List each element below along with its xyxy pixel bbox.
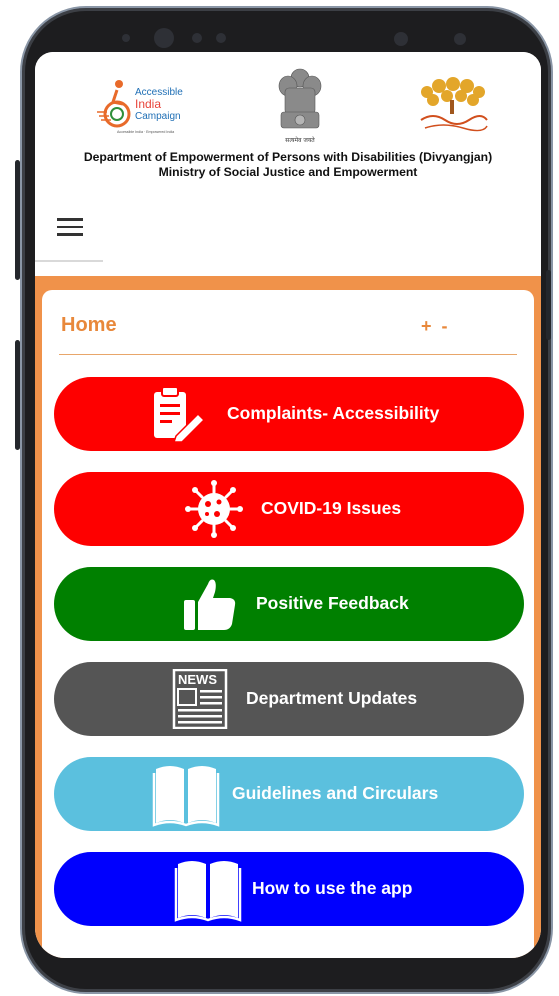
button-label: Complaints- Accessibility [227,403,440,423]
app-header: Accessible India Campaign Accessible Ind… [35,52,541,274]
virus-icon [184,479,244,539]
open-book-icon [152,761,220,827]
clipboard-pen-icon [146,384,206,444]
logo-text-2: India [135,97,161,111]
button-label: How to use the app [252,878,413,898]
button-label: Positive Feedback [256,593,409,613]
zoom-in-button[interactable]: + [421,316,442,336]
logo-tagline: Accessible India · Empowered India [117,130,174,134]
button-label: COVID-19 Issues [261,498,402,518]
open-book-icon [174,856,242,922]
guidelines-and-circulars-button[interactable]: Guidelines and Circulars [54,757,524,831]
department-name: Department of Empowerment of Persons wit… [35,150,541,180]
svg-text:NEWS: NEWS [178,672,217,687]
complaints-accessibility-button[interactable]: Complaints- Accessibility [54,377,524,451]
button-label: Department Updates [246,688,418,708]
covid-19-issues-button[interactable]: COVID-19 Issues [54,472,524,546]
accessible-india-logo: Accessible India Campaign Accessible Ind… [97,78,207,138]
volume-button [15,160,20,280]
positive-feedback-button[interactable]: Positive Feedback [54,567,524,641]
sugamya-bharat-logo [413,76,491,134]
thumbs-up-icon [180,574,240,634]
department-line-2: Ministry of Social Justice and Empowerme… [158,165,418,179]
home-divider [59,354,517,355]
department-updates-button[interactable]: NEWS Department Updates [54,662,524,736]
power-button [546,270,551,340]
emblem-motto: सत्यमेव जयते [285,136,315,144]
how-to-use-app-button[interactable]: How to use the app [54,852,524,926]
hamburger-menu-icon[interactable] [57,218,83,238]
national-emblem: सत्यमेव जयते [275,66,325,150]
home-header: Home +- [61,314,521,354]
button-label: Guidelines and Circulars [232,783,439,803]
department-line-1: Department of Empowerment of Persons wit… [83,150,493,164]
zoom-out-button[interactable]: - [442,316,458,336]
app-screen: Accessible India Campaign Accessible Ind… [35,52,541,958]
bixby-button [15,340,20,450]
font-size-controls: +- [421,316,458,337]
logo-text-3: Campaign [135,111,181,122]
newspaper-icon: NEWS [170,668,230,730]
tab-indicator [35,260,103,262]
page-title: Home [61,314,117,336]
